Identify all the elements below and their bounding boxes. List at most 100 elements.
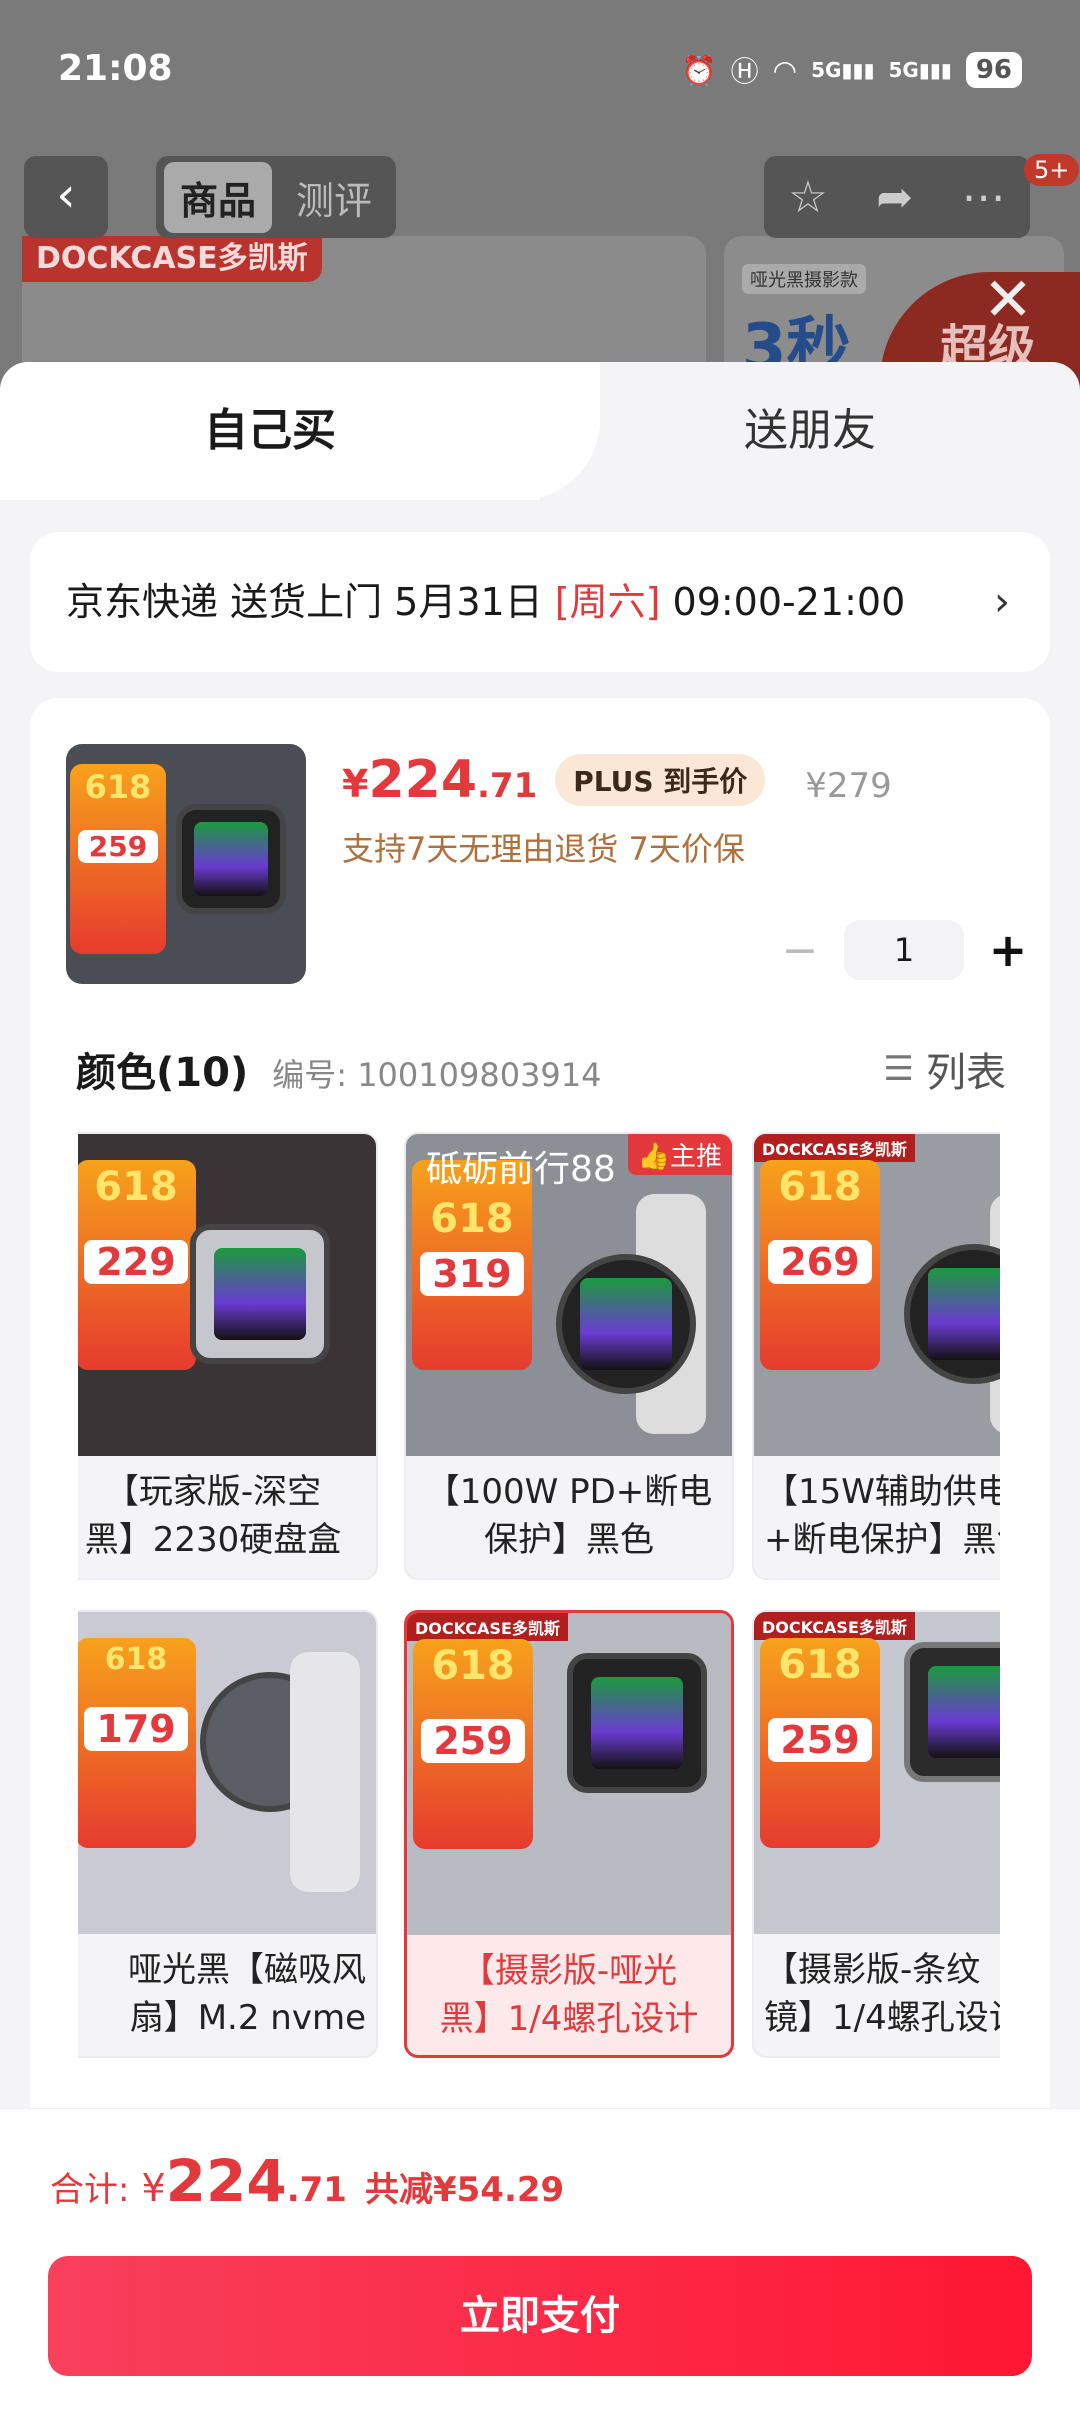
share-icon[interactable]: ➦ xyxy=(876,172,913,223)
variant-name-line1: 【100W PD+断电 xyxy=(425,1472,713,1512)
message-badge: 5+ xyxy=(1024,154,1080,186)
chevron-right-icon: › xyxy=(994,579,1010,625)
main-recommend-tag: 👍主推 xyxy=(627,1134,732,1175)
status-icons: ⏰ Ⓗ ◠ 5G▮▮▮ 5G▮▮▮ 96 xyxy=(682,50,1022,90)
quantity-stepper: − 1 + xyxy=(770,920,1038,980)
variant-name-line1: 【玩家版-深空 xyxy=(104,1472,322,1512)
phone-image xyxy=(290,1652,360,1892)
device-screen xyxy=(928,1268,1000,1360)
promo-618: 618 xyxy=(94,1164,178,1210)
tab-gift-friend[interactable]: 送朋友 xyxy=(540,362,1080,500)
status-time: 21:08 xyxy=(58,48,173,89)
variant-tile[interactable]: 618 229 【玩家版-深空 黑】2230硬盘盒 xyxy=(78,1132,378,1580)
quantity-plus-button[interactable]: + xyxy=(978,923,1038,977)
buy-mode-tabs: 自己买 送朋友 xyxy=(0,362,1080,500)
promo-badge: 618 269 xyxy=(760,1160,880,1370)
delivery-row[interactable]: 京东快递 送货上门 5月31日 [周六] 09:00-21:00 › xyxy=(30,532,1050,672)
tab-review[interactable]: 测评 xyxy=(280,162,388,233)
tab-buy-self[interactable]: 自己买 xyxy=(0,362,540,500)
promo-618: 618 xyxy=(778,1164,862,1210)
variant-image: 👍主推 砥砺前行88 618 319 xyxy=(406,1134,732,1456)
price-row: ¥ 224 .71 PLUS 到手价 ¥279 xyxy=(342,750,892,812)
variant-name-line2: 镜】1/4螺孔设计 xyxy=(764,1998,1000,2038)
device-screen xyxy=(928,1666,1000,1758)
promo-price: 259 xyxy=(768,1718,872,1762)
device-image xyxy=(904,1244,1000,1384)
purchase-sheet: 自己买 送朋友 京东快递 送货上门 5月31日 [周六] 09:00-21:00… xyxy=(0,362,1080,2412)
delivery-window: 09:00-21:00 xyxy=(660,580,906,624)
list-icon: ☰ xyxy=(883,1049,914,1089)
close-icon[interactable]: ✕ xyxy=(976,270,1040,334)
variant-grid: 618 229 【玩家版-深空 黑】2230硬盘盒 👍主推 砥砺前行88 618… xyxy=(78,1132,1000,2092)
sku-number: 编号: 100109803914 xyxy=(272,1056,602,1094)
status-bar: 21:08 ⏰ Ⓗ ◠ 5G▮▮▮ 5G▮▮▮ 96 xyxy=(0,0,1080,140)
guarantee-text: 支持7天无理由退货 7天价保 xyxy=(342,830,745,868)
favorite-star-icon[interactable]: ☆ xyxy=(788,172,827,223)
total-integer: 224 xyxy=(165,2147,287,2215)
watermark-text: 砥砺前行88 xyxy=(426,1149,616,1190)
list-label: 列表 xyxy=(926,1050,1006,1096)
variant-image: DOCKCASE多凯斯 618 259 xyxy=(754,1612,1000,1934)
color-title: 颜色(10) xyxy=(76,1050,249,1096)
total-label: 合计: xyxy=(50,2170,130,2210)
variant-tile[interactable]: DOCKCASE多凯斯 618 259 【摄影版-条纹 镜】1/4螺孔设计 xyxy=(752,1610,1000,2058)
total-summary: 合计: ¥ 224 .71 共减¥54.29 xyxy=(0,2108,1080,2244)
top-actions: ☆ ➦ ⋯ xyxy=(764,156,1030,238)
promo-badge: 618 259 xyxy=(413,1639,533,1849)
total-decimal: .71 xyxy=(286,2170,347,2210)
device-image xyxy=(190,1224,330,1364)
promo-badge: 618 259 xyxy=(760,1638,880,1848)
more-icon[interactable]: ⋯ xyxy=(962,172,1006,223)
variant-name-line1: 【摄影版-哑光 xyxy=(460,1951,678,1991)
alarm-icon: ⏰ xyxy=(681,53,717,87)
variant-tile[interactable]: 👍主推 砥砺前行88 618 319 【100W PD+断电 保护】黑色 xyxy=(404,1132,734,1580)
quantity-minus-button[interactable]: − xyxy=(770,925,830,976)
device-image xyxy=(567,1653,707,1793)
plus-price-tag: PLUS 到手价 xyxy=(555,754,766,806)
pay-now-button[interactable]: 立即支付 xyxy=(48,2256,1032,2376)
battery-indicator: 96 xyxy=(965,52,1022,88)
background-tag: 哑光黑摄影款 xyxy=(742,264,866,294)
promo-price: 269 xyxy=(768,1240,872,1284)
delivery-text: 京东快递 送货上门 5月31日 xyxy=(66,580,555,624)
main-tag-label: 主推 xyxy=(669,1142,722,1172)
variant-name-line1: 【摄影版-条纹 xyxy=(764,1950,981,1990)
delivery-weekday: [周六] xyxy=(554,580,661,624)
plus-label: PLUS xyxy=(573,765,654,798)
variant-name-line1: 哑光黑【磁吸风 xyxy=(128,1950,366,1990)
product-thumbnail: 618 259 xyxy=(66,744,306,984)
background-brand-label: DOCKCASE多凯斯 xyxy=(22,236,322,282)
promo-618: 618 xyxy=(430,1196,514,1242)
variant-image: 618 229 xyxy=(78,1134,376,1456)
promo-badge: 618 229 xyxy=(78,1160,196,1370)
device-screen xyxy=(591,1677,683,1769)
promo-price: 229 xyxy=(84,1240,188,1284)
brand-strip: DOCKCASE多凯斯 xyxy=(754,1134,915,1162)
promo-618: 618 xyxy=(778,1642,862,1688)
signal-5g-icon-2: 5G▮▮▮ xyxy=(888,58,952,82)
variant-name-line2: 扇】M.2 nvme xyxy=(129,1998,366,2038)
signal-5g-icon: 5G▮▮▮ xyxy=(811,58,875,82)
quantity-input[interactable]: 1 xyxy=(844,920,964,980)
promo-badge: 618 179 xyxy=(78,1638,196,1848)
price-symbol: ¥ xyxy=(342,762,369,806)
back-button[interactable]: ‹ xyxy=(24,156,108,238)
promo-price: 259 xyxy=(78,830,158,863)
color-header: 颜色(10) 编号: 100109803914 ☰ 列表 xyxy=(76,1040,1006,1100)
device-screen xyxy=(194,822,268,896)
wifi-icon: ◠ xyxy=(772,53,798,87)
promo-618: 618 xyxy=(84,768,152,806)
device-screen xyxy=(580,1278,672,1370)
variant-tile-selected[interactable]: DOCKCASE多凯斯 618 259 【摄影版-哑光 黑】1/4螺孔设计 xyxy=(404,1610,734,2058)
tab-product[interactable]: 商品 xyxy=(164,161,273,233)
list-view-toggle[interactable]: ☰ 列表 xyxy=(884,1040,1006,1098)
device-screen xyxy=(214,1248,306,1340)
promo-price: 259 xyxy=(421,1719,525,1763)
variant-name-line1: 【15W辅助供电 xyxy=(764,1472,1000,1512)
total-symbol: ¥ xyxy=(141,2166,166,2210)
product-device-image xyxy=(176,804,286,914)
promo-price: 179 xyxy=(84,1707,188,1751)
variant-tile[interactable]: DOCKCASE多凯斯 618 269 【15W辅助供电 +断电保护】黑色 xyxy=(752,1132,1000,1580)
variant-tile[interactable]: 618 179 哑光黑【磁吸风 扇】M.2 nvme xyxy=(78,1610,378,2058)
top-tabs: 商品 测评 xyxy=(156,156,397,238)
